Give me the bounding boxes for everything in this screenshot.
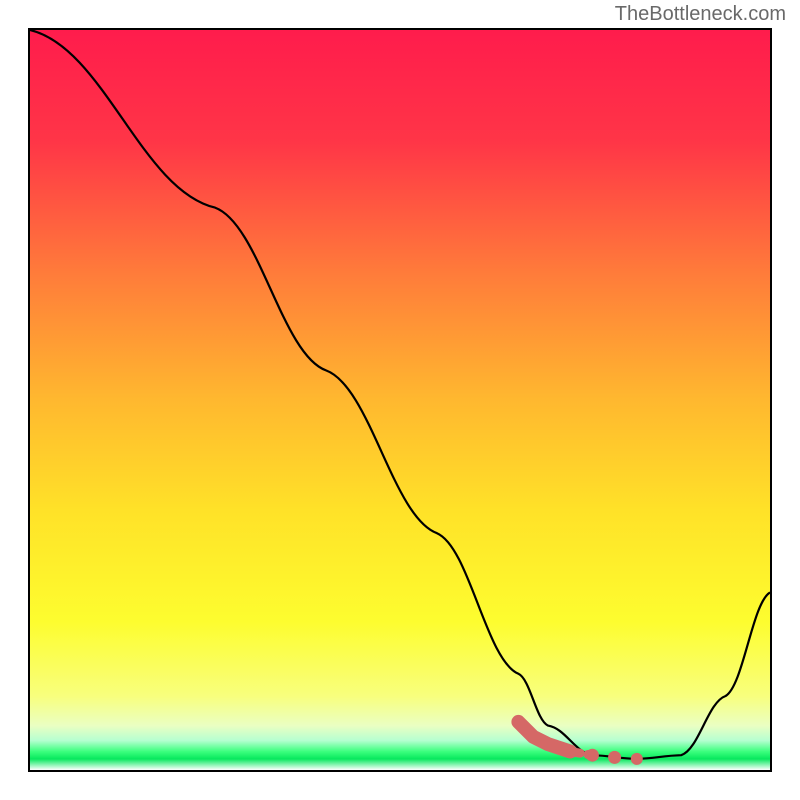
- plot-area: [28, 28, 772, 772]
- chart-container: TheBottleneck.com: [0, 0, 800, 800]
- bottleneck-curve: [30, 30, 770, 759]
- watermark-text: TheBottleneck.com: [615, 3, 786, 26]
- plot-svg: [30, 30, 770, 770]
